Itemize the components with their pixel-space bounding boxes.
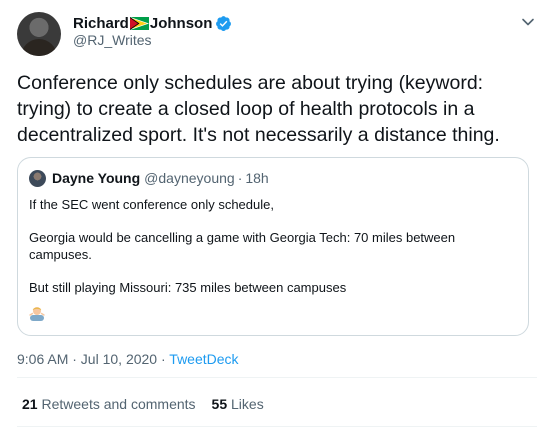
tweet-text: Conference only schedules are about tryi… xyxy=(17,72,500,146)
quoted-timestamp: 18h xyxy=(245,170,269,186)
meta-separator: · xyxy=(160,351,166,367)
quoted-line: Georgia would be cancelling a game with … xyxy=(29,230,456,262)
tweet-stats: 21 Retweets and comments 55 Likes xyxy=(22,396,264,412)
person-shrugging-emoji xyxy=(29,307,45,321)
retweets-stat[interactable]: 21 Retweets and comments xyxy=(22,396,196,412)
quoted-line: But still playing Missouri: 735 miles be… xyxy=(29,280,347,295)
chevron-down-icon[interactable] xyxy=(519,13,537,31)
guyana-flag-icon xyxy=(129,17,149,30)
quoted-tweet-header: Dayne Young @dayneyoung · 18h xyxy=(29,169,269,187)
quoted-tweet-text: If the SEC went conference only schedule… xyxy=(29,196,519,296)
quoted-separator: · xyxy=(237,170,243,186)
author-first-name[interactable]: Richard xyxy=(73,15,129,32)
quoted-author-handle: @dayneyoung xyxy=(144,170,235,186)
retweets-label: Retweets and comments xyxy=(41,396,196,412)
author-name[interactable]: Richard Johnson xyxy=(73,14,232,33)
likes-label: Likes xyxy=(231,396,264,412)
tweet-source-link[interactable]: TweetDeck xyxy=(169,351,238,367)
divider xyxy=(17,377,537,378)
author-avatar[interactable] xyxy=(17,12,61,56)
verified-badge-icon xyxy=(216,16,232,32)
divider xyxy=(17,426,537,427)
quoted-author-name: Dayne Young xyxy=(52,170,141,186)
quoted-line: If the SEC went conference only schedule… xyxy=(29,197,274,212)
author-handle[interactable]: @RJ_Writes xyxy=(73,32,152,48)
likes-stat[interactable]: 55 Likes xyxy=(212,396,264,412)
likes-count: 55 xyxy=(211,396,228,412)
quoted-tweet[interactable]: Dayne Young @dayneyoung · 18h If the SEC… xyxy=(17,157,529,336)
retweets-count: 21 xyxy=(22,396,38,412)
author-last-name[interactable]: Johnson xyxy=(150,15,213,32)
tweet-timestamp[interactable]: 9:06 AM · Jul 10, 2020 xyxy=(17,351,157,367)
tweet-meta: 9:06 AM · Jul 10, 2020 · TweetDeck xyxy=(17,351,239,367)
quoted-author-avatar xyxy=(29,169,46,187)
